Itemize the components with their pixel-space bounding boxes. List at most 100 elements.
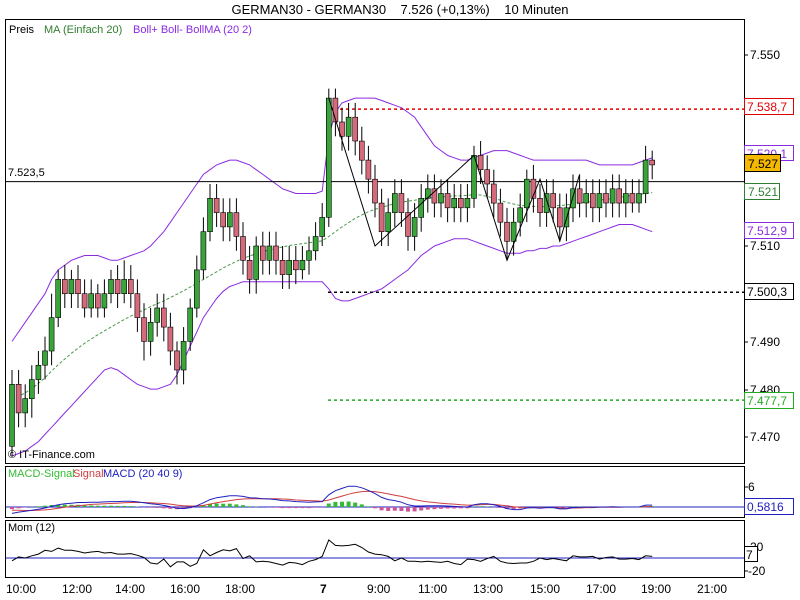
candle-body-down	[484, 169, 491, 185]
macd-label-macd: MACD (20 40 9)	[103, 468, 182, 480]
candle-body-down	[15, 383, 22, 414]
candle-body-up	[464, 198, 471, 209]
candle	[537, 183, 543, 227]
candle	[299, 246, 306, 280]
candle	[292, 246, 299, 285]
macd-hist-pos	[366, 506, 371, 507]
candle	[101, 279, 108, 318]
candle-body-down	[246, 259, 253, 280]
candle-body-down	[444, 193, 451, 209]
macd-label-signal: Signal	[73, 468, 104, 480]
candle-body-down	[352, 116, 359, 142]
candle	[259, 231, 266, 275]
macd-hist-neg	[406, 507, 410, 512]
macd-hist-pos	[214, 503, 219, 507]
candle-body-up	[88, 293, 94, 309]
candle-body-down	[358, 140, 365, 161]
macd-hist-pos	[326, 503, 331, 507]
candle	[147, 308, 154, 356]
candle-body-down	[61, 279, 68, 294]
candle-body-up	[596, 193, 603, 209]
candle-body-down	[504, 221, 510, 242]
macd-hist-pos	[359, 504, 364, 507]
candle	[15, 370, 22, 428]
candle	[121, 260, 127, 304]
mom-tick: -20	[748, 564, 766, 578]
candle-body-down	[292, 259, 299, 271]
candle-body-down	[603, 193, 609, 204]
momentum-series	[6, 539, 744, 568]
moving-average	[11, 192, 653, 400]
candle-body-up	[55, 279, 62, 318]
macd-hist-pos	[241, 505, 245, 507]
candle-body-up	[517, 207, 524, 223]
candle-body-down	[75, 279, 81, 294]
candle	[358, 126, 365, 175]
candle	[444, 179, 451, 223]
macd-hist-pos	[122, 505, 127, 507]
time-label: 14:00	[115, 582, 145, 596]
candle	[583, 179, 590, 218]
macd-hist-pos	[36, 506, 41, 507]
macd-hist-neg	[287, 507, 292, 509]
time-label: 9:00	[367, 582, 391, 596]
candle	[141, 303, 147, 361]
candle	[128, 265, 134, 309]
candle	[431, 174, 438, 218]
candle-body-up	[385, 212, 392, 233]
candle-body-down	[259, 245, 266, 261]
candle	[464, 183, 471, 223]
candle	[372, 164, 378, 218]
candle-body-up	[411, 217, 418, 237]
candle-body-up	[200, 231, 207, 271]
mom-tick: 7	[746, 548, 753, 562]
candle-body-down	[279, 259, 286, 275]
candle	[154, 293, 160, 337]
candle	[108, 269, 114, 304]
candle-body-down	[629, 193, 636, 204]
candle	[378, 188, 385, 246]
candle-body-up	[325, 97, 332, 218]
level-lines	[6, 108, 744, 401]
candle	[28, 365, 35, 418]
candle-body-up	[622, 193, 629, 204]
candle	[9, 370, 15, 456]
legend-boll: Boll+ Boll- BollMA (20 2)	[133, 24, 252, 36]
candle	[609, 174, 616, 218]
left-level-label: 7.523,5	[8, 167, 45, 179]
macd-line	[11, 485, 653, 514]
macd-hist-pos	[128, 506, 133, 507]
macd-hist-neg	[16, 507, 21, 509]
price-tick: 7.510	[750, 239, 780, 253]
time-label: 17:00	[586, 582, 616, 596]
candle-body-up	[451, 198, 458, 209]
candle	[55, 269, 62, 328]
macd-hist-pos	[115, 505, 120, 507]
candle-body-up	[306, 250, 312, 261]
candle	[42, 336, 48, 380]
candle-body-down	[114, 279, 121, 294]
macd-hist-neg	[386, 507, 391, 511]
candle	[246, 246, 253, 294]
macd-hist-neg	[293, 507, 298, 509]
candle-body-up	[424, 188, 431, 199]
bollinger-bands	[11, 97, 653, 457]
candle	[95, 284, 101, 318]
macd-hist-pos	[95, 505, 100, 507]
macd-hist-neg	[425, 507, 430, 510]
candle-body-down	[273, 245, 279, 261]
legend-ma: MA (Einfach 20)	[44, 24, 122, 36]
candle	[114, 265, 121, 309]
candle-body-up	[227, 212, 233, 228]
macd-hist-neg	[452, 507, 457, 509]
candle	[88, 279, 94, 318]
candle	[391, 179, 398, 227]
candle	[194, 255, 200, 318]
price-tick: 7.490	[750, 335, 780, 349]
candle-body-up	[180, 341, 187, 371]
ma-value: 7.521	[748, 185, 778, 199]
candle	[220, 198, 226, 242]
candle-body-down	[95, 293, 101, 309]
candle-body-up	[207, 198, 213, 233]
candle-body-up	[147, 321, 154, 342]
